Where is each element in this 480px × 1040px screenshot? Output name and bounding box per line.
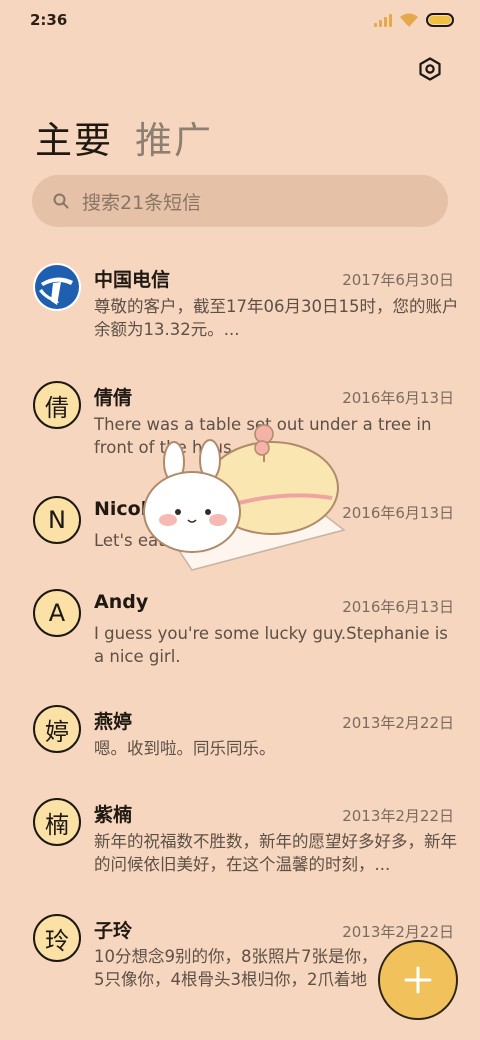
signal-icon (374, 13, 392, 27)
conversation-date: 2016年6月13日 (342, 598, 454, 616)
tab-bar: 主要 推广 (35, 110, 213, 164)
conversation-name: 紫楠 (94, 804, 133, 826)
avatar: 玲 (33, 914, 81, 962)
conversation-preview: 10分想念9别的你，8张照片7张是你，5只像你，4根骨头3根归你，2爪着地 (94, 947, 378, 989)
tab-primary[interactable]: 主要 (35, 110, 113, 164)
avatar: A (33, 589, 81, 637)
avatar: 婷 (33, 705, 81, 753)
avatar: 倩 (33, 381, 81, 429)
avatar: N (33, 496, 81, 544)
conversation-preview: I guess you're some lucky guy.Stephanie … (94, 624, 448, 666)
wifi-icon (400, 13, 418, 27)
conversation-date: 2013年2月22日 (342, 923, 454, 941)
conversation-item[interactable]: 婷 燕婷 2013年2月22日 嗯。收到啦。同乐同乐。 (0, 702, 480, 812)
conversation-date: 2013年2月22日 (342, 807, 454, 825)
avatar: 楠 (33, 798, 81, 846)
avatar (33, 263, 81, 311)
conversation-date: 2016年6月13日 (342, 389, 454, 407)
tab-promotions[interactable]: 推广 (135, 110, 213, 164)
search-icon (53, 193, 69, 209)
battery-icon (426, 13, 454, 27)
status-time: 2:36 (30, 11, 68, 29)
conversation-item[interactable]: A Andy 2016年6月13日 I guess you're some lu… (0, 585, 480, 695)
conversation-preview: 尊敬的客户，截至17年06月30日15时，您的账户余额为13.32元。... (94, 297, 459, 339)
search-placeholder: 搜索21条短信 (82, 191, 202, 214)
conversation-preview: 嗯。收到啦。同乐同乐。 (94, 739, 276, 758)
conversation-date: 2013年2月22日 (342, 714, 454, 732)
search-bar[interactable]: 搜索21条短信 (32, 175, 448, 227)
status-bar: 2:36 (0, 0, 480, 42)
conversation-name: Andy (94, 591, 149, 613)
conversation-preview: 新年的祝福数不胜数，新年的愿望好多好多，新年的问候依旧美好，在这个温馨的时刻，.… (94, 832, 457, 874)
conversation-name: 燕婷 (94, 711, 133, 733)
settings-icon (419, 57, 441, 81)
bunny-cake-sticker-icon (143, 424, 346, 571)
china-telecom-logo-icon (35, 265, 79, 309)
settings-button[interactable] (418, 57, 442, 81)
conversation-name: 子玲 (94, 920, 133, 942)
conversation-name: 中国电信 (94, 269, 171, 291)
compose-button[interactable] (378, 940, 458, 1020)
conversation-item[interactable]: 中国电信 2017年6月30日 尊敬的客户，截至17年06月30日15时，您的账… (0, 255, 480, 365)
conversation-date: 2017年6月30日 (342, 271, 454, 289)
conversation-item[interactable]: 楠 紫楠 2013年2月22日 新年的祝福数不胜数，新年的愿望好多好多，新年的问… (0, 798, 480, 908)
conversation-name: 倩倩 (94, 387, 133, 409)
plus-icon (404, 966, 432, 994)
conversation-date: 2016年6月13日 (342, 504, 454, 522)
status-icons (374, 12, 454, 28)
